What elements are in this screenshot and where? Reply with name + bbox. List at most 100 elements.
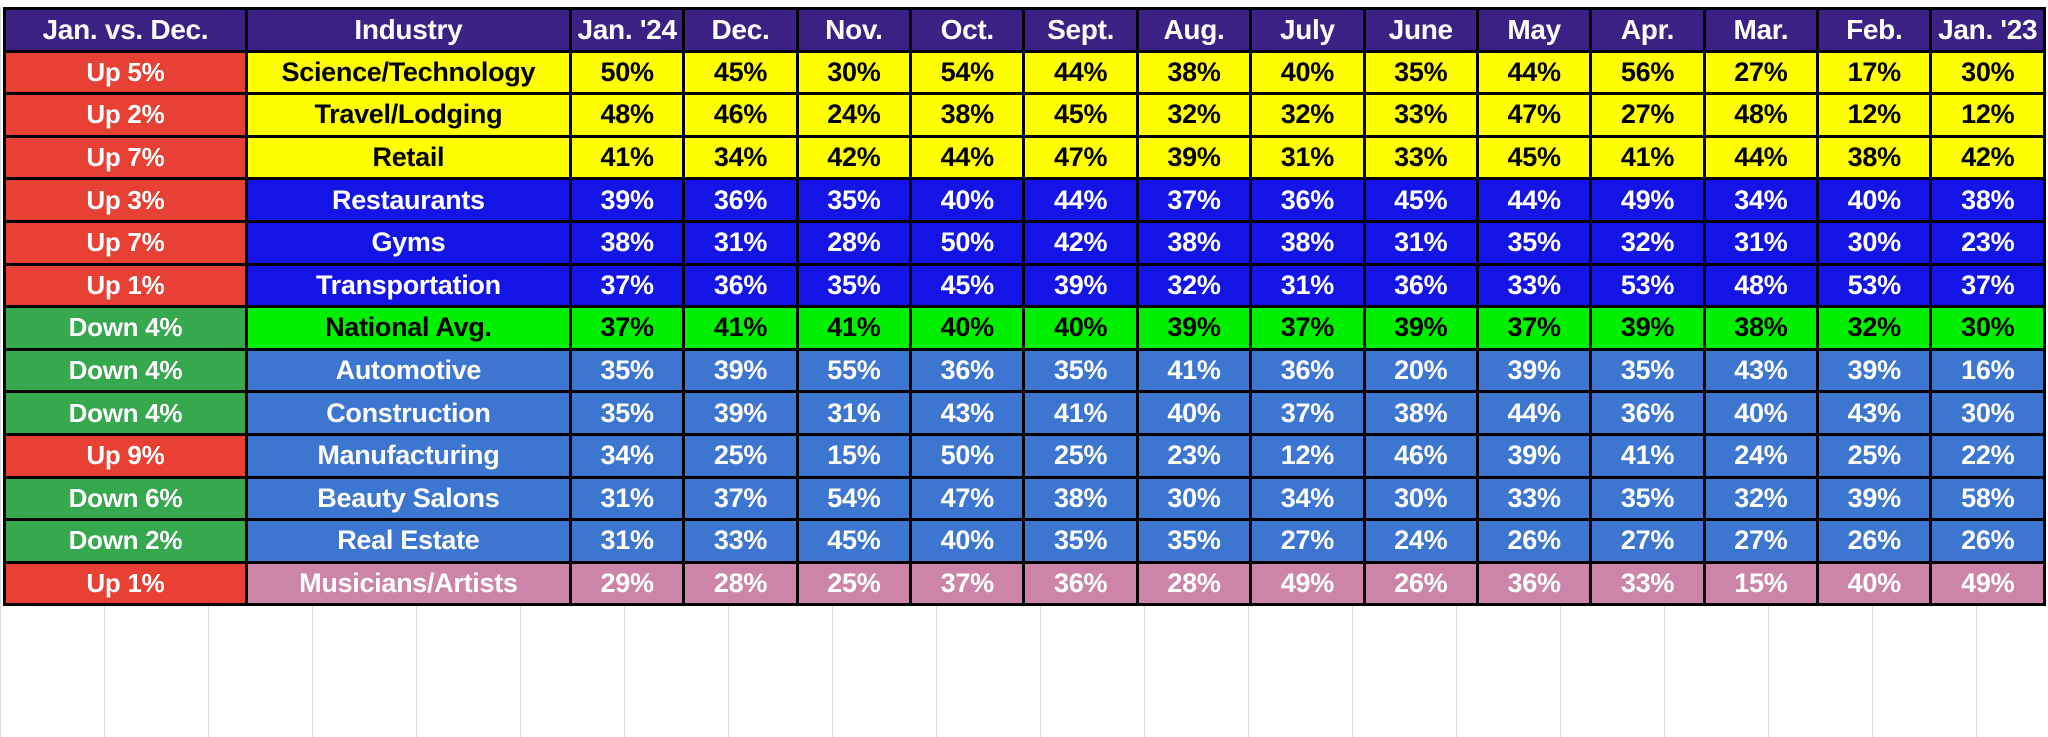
value-cell[interactable]: 50% <box>568 49 686 96</box>
value-cell[interactable]: 35% <box>1589 347 1706 394</box>
value-cell[interactable]: 34% <box>1249 475 1366 522</box>
value-cell[interactable]: 12% <box>1816 92 1933 138</box>
value-cell[interactable]: 27% <box>1702 49 1820 96</box>
value-cell[interactable]: 38% <box>1022 475 1139 522</box>
value-cell[interactable]: 39% <box>1135 305 1253 351</box>
value-cell[interactable]: 44% <box>1475 49 1593 96</box>
value-cell[interactable]: 39% <box>1475 432 1593 479</box>
change-cell[interactable]: Up 1% <box>3 262 248 309</box>
header-month-june[interactable]: June <box>1362 7 1479 53</box>
value-cell[interactable]: 44% <box>1475 177 1593 223</box>
value-cell[interactable]: 31% <box>1362 219 1479 266</box>
value-cell[interactable]: 28% <box>682 560 799 607</box>
change-cell[interactable]: Down 4% <box>3 305 248 351</box>
industry-cell[interactable]: Musicians/Artists <box>244 560 572 607</box>
value-cell[interactable]: 41% <box>1135 347 1253 394</box>
value-cell[interactable]: 50% <box>909 219 1026 266</box>
value-cell[interactable]: 31% <box>795 390 913 436</box>
value-cell[interactable]: 44% <box>1702 134 1820 181</box>
value-cell[interactable]: 38% <box>1929 177 2046 223</box>
value-cell[interactable]: 47% <box>1475 92 1593 138</box>
header-month-jan24[interactable]: Jan. '24 <box>568 7 686 53</box>
value-cell[interactable]: 46% <box>682 92 799 138</box>
value-cell[interactable]: 53% <box>1589 262 1706 309</box>
value-cell[interactable]: 55% <box>795 347 913 394</box>
change-cell[interactable]: Up 3% <box>3 177 248 223</box>
value-cell[interactable]: 33% <box>1362 92 1479 138</box>
value-cell[interactable]: 37% <box>1135 177 1253 223</box>
value-cell[interactable]: 27% <box>1589 518 1706 564</box>
value-cell[interactable]: 40% <box>1022 305 1139 351</box>
value-cell[interactable]: 23% <box>1135 432 1253 479</box>
value-cell[interactable]: 35% <box>1475 219 1593 266</box>
value-cell[interactable]: 45% <box>682 49 799 96</box>
value-cell[interactable]: 28% <box>795 219 913 266</box>
value-cell[interactable]: 37% <box>1929 262 2046 309</box>
value-cell[interactable]: 39% <box>1816 475 1933 522</box>
value-cell[interactable]: 26% <box>1816 518 1933 564</box>
header-month-may[interactable]: May <box>1475 7 1593 53</box>
value-cell[interactable]: 48% <box>568 92 686 138</box>
value-cell[interactable]: 30% <box>1816 219 1933 266</box>
change-cell[interactable]: Up 5% <box>3 49 248 96</box>
change-cell[interactable]: Up 7% <box>3 134 248 181</box>
value-cell[interactable]: 53% <box>1816 262 1933 309</box>
value-cell[interactable]: 36% <box>1475 560 1593 607</box>
value-cell[interactable]: 30% <box>1135 475 1253 522</box>
change-cell[interactable]: Down 4% <box>3 347 248 394</box>
value-cell[interactable]: 38% <box>1135 219 1253 266</box>
industry-cell[interactable]: Science/Technology <box>244 49 572 96</box>
value-cell[interactable]: 38% <box>568 219 686 266</box>
industry-cell[interactable]: Real Estate <box>244 518 572 564</box>
value-cell[interactable]: 37% <box>568 305 686 351</box>
value-cell[interactable]: 41% <box>568 134 686 181</box>
value-cell[interactable]: 35% <box>795 262 913 309</box>
value-cell[interactable]: 31% <box>568 518 686 564</box>
value-cell[interactable]: 39% <box>682 347 799 394</box>
industry-cell[interactable]: Manufacturing <box>244 432 572 479</box>
value-cell[interactable]: 35% <box>795 177 913 223</box>
change-cell[interactable]: Up 2% <box>3 92 248 138</box>
value-cell[interactable]: 46% <box>1362 432 1479 479</box>
change-cell[interactable]: Up 9% <box>3 432 248 479</box>
value-cell[interactable]: 41% <box>682 305 799 351</box>
value-cell[interactable]: 39% <box>682 390 799 436</box>
value-cell[interactable]: 36% <box>1589 390 1706 436</box>
header-month-july[interactable]: July <box>1249 7 1366 53</box>
value-cell[interactable]: 38% <box>1249 219 1366 266</box>
value-cell[interactable]: 30% <box>1929 49 2046 96</box>
value-cell[interactable]: 12% <box>1249 432 1366 479</box>
value-cell[interactable]: 39% <box>1816 347 1933 394</box>
value-cell[interactable]: 31% <box>1702 219 1820 266</box>
industry-cell[interactable]: Retail <box>244 134 572 181</box>
header-month-oct[interactable]: Oct. <box>909 7 1026 53</box>
value-cell[interactable]: 58% <box>1929 475 2046 522</box>
value-cell[interactable]: 33% <box>1475 262 1593 309</box>
value-cell[interactable]: 49% <box>1929 560 2046 607</box>
value-cell[interactable]: 37% <box>1249 390 1366 436</box>
value-cell[interactable]: 15% <box>795 432 913 479</box>
value-cell[interactable]: 40% <box>909 518 1026 564</box>
value-cell[interactable]: 44% <box>909 134 1026 181</box>
value-cell[interactable]: 36% <box>1362 262 1479 309</box>
value-cell[interactable]: 33% <box>1475 475 1593 522</box>
value-cell[interactable]: 24% <box>1362 518 1479 564</box>
value-cell[interactable]: 41% <box>1022 390 1139 436</box>
value-cell[interactable]: 17% <box>1816 49 1933 96</box>
value-cell[interactable]: 43% <box>1816 390 1933 436</box>
value-cell[interactable]: 36% <box>1022 560 1139 607</box>
industry-cell[interactable]: Gyms <box>244 219 572 266</box>
value-cell[interactable]: 34% <box>568 432 686 479</box>
value-cell[interactable]: 30% <box>1929 390 2046 436</box>
value-cell[interactable]: 32% <box>1816 305 1933 351</box>
value-cell[interactable]: 43% <box>909 390 1026 436</box>
value-cell[interactable]: 25% <box>682 432 799 479</box>
header-month-aug[interactable]: Aug. <box>1135 7 1253 53</box>
value-cell[interactable]: 40% <box>1702 390 1820 436</box>
change-cell[interactable]: Up 7% <box>3 219 248 266</box>
value-cell[interactable]: 26% <box>1929 518 2046 564</box>
value-cell[interactable]: 39% <box>1589 305 1706 351</box>
value-cell[interactable]: 35% <box>1135 518 1253 564</box>
change-cell[interactable]: Down 2% <box>3 518 248 564</box>
value-cell[interactable]: 15% <box>1702 560 1820 607</box>
